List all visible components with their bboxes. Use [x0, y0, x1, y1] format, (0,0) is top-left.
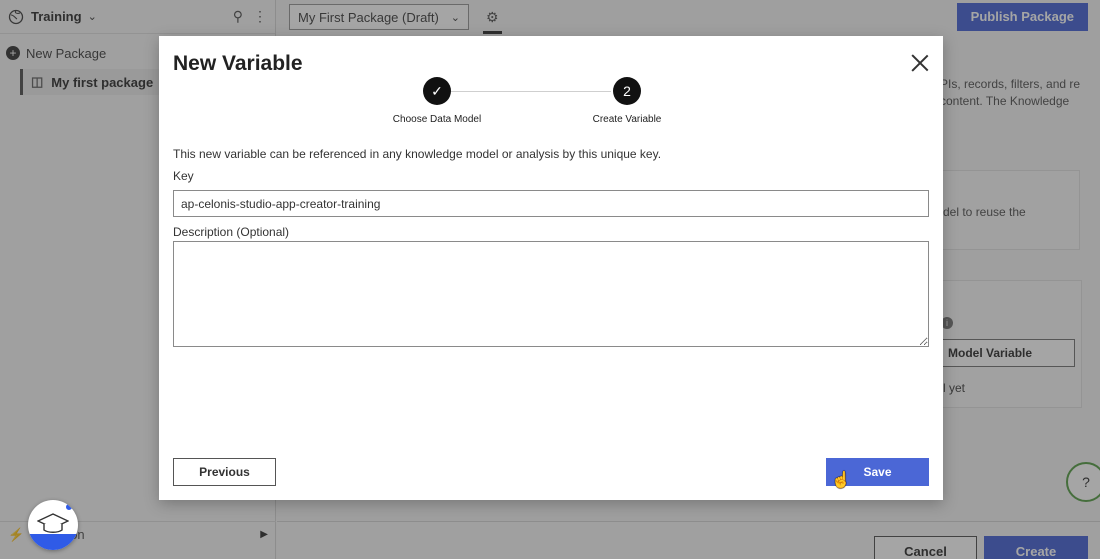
step-create-variable: 2 Create Variable — [567, 77, 687, 125]
step-choose-data-model: ✓ Choose Data Model — [377, 77, 497, 125]
step-label: Choose Data Model — [392, 114, 482, 125]
description-input[interactable] — [173, 241, 929, 347]
academy-widget[interactable] — [28, 500, 78, 550]
description-label: Description (Optional) — [173, 225, 290, 239]
key-input[interactable] — [173, 190, 929, 217]
new-variable-dialog: New Variable ✓ Choose Data Model 2 Creat… — [159, 36, 943, 500]
close-icon[interactable] — [911, 54, 929, 72]
academy-fill — [28, 534, 78, 550]
step-label: Create Variable — [592, 114, 662, 125]
previous-button[interactable]: Previous — [173, 458, 276, 486]
graduation-cap-icon — [37, 513, 69, 533]
step-number: 2 — [613, 77, 641, 105]
dialog-title: New Variable — [173, 52, 303, 75]
check-icon: ✓ — [423, 77, 451, 105]
dialog-description: This new variable can be referenced in a… — [173, 147, 662, 161]
hand-cursor-icon: ☝ — [831, 472, 851, 489]
key-label: Key — [173, 169, 194, 183]
notification-dot — [64, 502, 74, 512]
